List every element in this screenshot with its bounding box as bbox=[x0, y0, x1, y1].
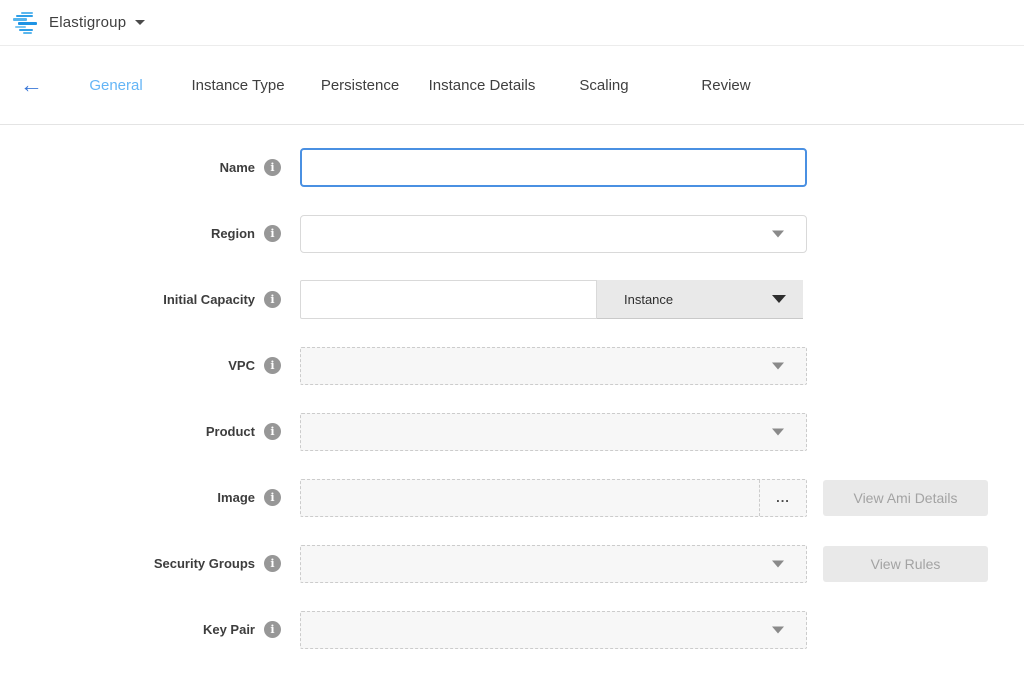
wizard-tabs: General Instance Type Persistence Instan… bbox=[55, 77, 787, 94]
security-groups-select[interactable] bbox=[300, 545, 807, 583]
caret-down-icon bbox=[772, 626, 784, 633]
tab-general[interactable]: General bbox=[55, 77, 177, 94]
region-select[interactable] bbox=[300, 215, 807, 253]
tab-instance-type[interactable]: Instance Type bbox=[177, 77, 299, 94]
elastigroup-logo-icon bbox=[13, 11, 39, 35]
capacity-unit-value: Instance bbox=[624, 292, 673, 307]
caret-down-icon bbox=[772, 428, 784, 435]
region-label: Region bbox=[211, 226, 255, 241]
topbar: Elastigroup bbox=[0, 0, 1024, 46]
vpc-label: VPC bbox=[228, 358, 255, 373]
initial-capacity-input[interactable] bbox=[300, 280, 597, 319]
region-info-icon[interactable]: i bbox=[264, 225, 281, 242]
field-row-name: Name i bbox=[0, 148, 1024, 187]
product-switcher[interactable]: Elastigroup bbox=[49, 14, 126, 31]
image-label: Image bbox=[217, 490, 255, 505]
product-info-icon[interactable]: i bbox=[264, 423, 281, 440]
vpc-select[interactable] bbox=[300, 347, 807, 385]
field-row-security-groups: Security Groups i View Rules bbox=[0, 544, 1024, 583]
caret-down-icon bbox=[772, 362, 784, 369]
security-groups-info-icon[interactable]: i bbox=[264, 555, 281, 572]
field-row-image: Image i ... View Ami Details bbox=[0, 478, 1024, 517]
key-pair-info-icon[interactable]: i bbox=[264, 621, 281, 638]
caret-down-icon bbox=[772, 295, 786, 303]
general-form: Name i Region i Initial Capacit bbox=[0, 125, 1024, 649]
chevron-down-icon[interactable] bbox=[135, 20, 145, 25]
view-ami-details-button[interactable]: View Ami Details bbox=[823, 480, 988, 516]
tab-review[interactable]: Review bbox=[665, 77, 787, 94]
initial-capacity-info-icon[interactable]: i bbox=[264, 291, 281, 308]
view-rules-button[interactable]: View Rules bbox=[823, 546, 988, 582]
vpc-info-icon[interactable]: i bbox=[264, 357, 281, 374]
field-row-vpc: VPC i bbox=[0, 346, 1024, 385]
back-arrow-icon[interactable]: ← bbox=[20, 74, 43, 97]
caret-down-icon bbox=[772, 230, 784, 237]
field-row-product: Product i bbox=[0, 412, 1024, 451]
field-row-key-pair: Key Pair i bbox=[0, 610, 1024, 649]
capacity-unit-select[interactable]: Instance bbox=[597, 280, 803, 319]
image-info-icon[interactable]: i bbox=[264, 489, 281, 506]
name-label: Name bbox=[220, 160, 255, 175]
image-browse-button[interactable]: ... bbox=[759, 480, 806, 516]
wizard-step-bar: ← General Instance Type Persistence Inst… bbox=[0, 46, 1024, 125]
field-row-region: Region i bbox=[0, 214, 1024, 253]
security-groups-label: Security Groups bbox=[154, 556, 255, 571]
key-pair-select[interactable] bbox=[300, 611, 807, 649]
tab-persistence[interactable]: Persistence bbox=[299, 77, 421, 94]
elastigroup-creation-screen: Elastigroup ← General Instance Type Pers… bbox=[0, 0, 1024, 688]
product-label: Product bbox=[206, 424, 255, 439]
name-info-icon[interactable]: i bbox=[264, 159, 281, 176]
tab-scaling[interactable]: Scaling bbox=[543, 77, 665, 94]
name-input[interactable] bbox=[300, 148, 807, 187]
caret-down-icon bbox=[772, 560, 784, 567]
initial-capacity-label: Initial Capacity bbox=[163, 292, 255, 307]
image-input[interactable]: ... bbox=[300, 479, 807, 517]
field-row-initial-capacity: Initial Capacity i Instance bbox=[0, 280, 1024, 319]
tab-instance-details[interactable]: Instance Details bbox=[421, 77, 543, 94]
product-select[interactable] bbox=[300, 413, 807, 451]
key-pair-label: Key Pair bbox=[203, 622, 255, 637]
